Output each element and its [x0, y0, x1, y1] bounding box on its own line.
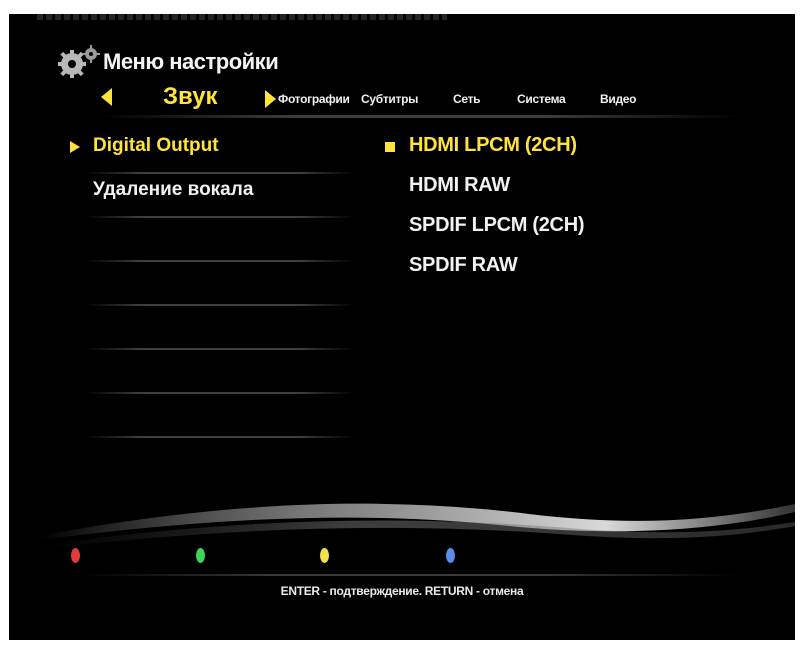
- tab-photos[interactable]: Фотографии: [278, 92, 350, 106]
- category-tabs: Звук Фотографии Субтитры Сеть Система Ви…: [9, 80, 795, 116]
- row-divider: [85, 348, 355, 350]
- row-divider: [85, 304, 355, 306]
- tab-next-arrow-icon[interactable]: [265, 90, 276, 108]
- row-divider: [85, 392, 355, 394]
- page-title: Меню настройки: [103, 49, 279, 74]
- tab-video[interactable]: Видео: [600, 92, 636, 106]
- settings-item-empty: [65, 264, 355, 308]
- footer-divider: [79, 574, 739, 576]
- settings-item-vocal-removal[interactable]: Удаление вокала: [65, 176, 355, 220]
- tab-active[interactable]: Звук: [163, 83, 218, 111]
- settings-item-empty: [65, 352, 355, 396]
- yellow-button[interactable]: [320, 548, 329, 563]
- option-spdif-raw[interactable]: SPDIF RAW: [381, 254, 681, 284]
- option-label: HDMI LPCM (2CH): [409, 134, 577, 156]
- settings-item-empty: [65, 308, 355, 352]
- row-divider: [85, 172, 355, 174]
- tab-system[interactable]: Система: [517, 92, 566, 106]
- tab-network[interactable]: Сеть: [453, 92, 481, 106]
- tab-subtitles[interactable]: Субтитры: [361, 92, 418, 106]
- option-hdmi-lpcm[interactable]: HDMI LPCM (2CH): [381, 134, 681, 164]
- settings-item-empty: [65, 220, 355, 264]
- option-label: SPDIF RAW: [409, 254, 518, 276]
- settings-item-digital-output[interactable]: Digital Output: [65, 132, 355, 176]
- option-hdmi-raw[interactable]: HDMI RAW: [381, 174, 681, 204]
- settings-item-label: Удаление вокала: [93, 179, 254, 200]
- gears-icon: [58, 45, 100, 78]
- row-divider: [85, 436, 355, 438]
- green-button[interactable]: [196, 548, 205, 563]
- row-divider: [85, 216, 355, 218]
- option-spdif-lpcm[interactable]: SPDIF LPCM (2CH): [381, 214, 681, 244]
- top-edge-artifact: [37, 14, 447, 20]
- option-label: HDMI RAW: [409, 174, 510, 196]
- blue-button[interactable]: [446, 548, 455, 563]
- red-button[interactable]: [71, 548, 80, 563]
- selected-square-icon: [385, 142, 395, 152]
- tv-screen: Меню настройки Звук Фотографии Субтитры …: [9, 14, 795, 640]
- row-divider: [85, 260, 355, 262]
- settings-item-empty: [65, 396, 355, 440]
- selection-arrow-icon: [70, 141, 80, 153]
- settings-item-label: Digital Output: [93, 135, 219, 156]
- color-buttons: [9, 542, 795, 572]
- footer-hint: ENTER - подтверждение. RETURN - отмена: [280, 584, 524, 598]
- tabs-divider: [99, 115, 739, 118]
- tab-prev-arrow-icon[interactable]: [101, 88, 112, 106]
- option-label: SPDIF LPCM (2CH): [409, 214, 585, 236]
- menu-header: Меню настройки: [55, 42, 279, 82]
